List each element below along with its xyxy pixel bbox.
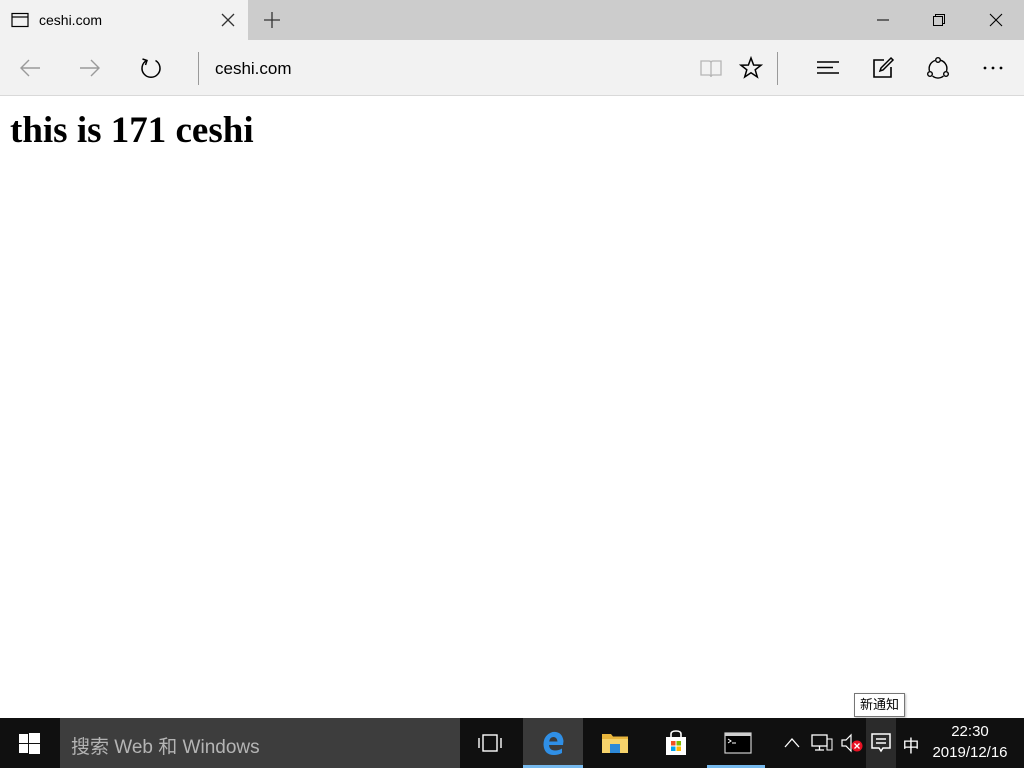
- input-method-indicator[interactable]: 中: [898, 732, 924, 757]
- taskbar-file-explorer-app[interactable]: [584, 718, 644, 768]
- tab-close-icon[interactable]: [218, 10, 238, 30]
- restore-button[interactable]: [911, 0, 967, 40]
- close-icon: [989, 13, 1003, 27]
- share-icon: [927, 57, 950, 79]
- taskbar-store-app[interactable]: [646, 718, 706, 768]
- title-bar: ceshi.com: [0, 0, 1024, 40]
- taskbar-search-box[interactable]: 搜索 Web 和 Windows: [60, 718, 460, 768]
- show-hidden-icons-button[interactable]: [778, 718, 806, 768]
- store-bag-icon: [666, 730, 686, 755]
- taskbar: 搜索 Web 和 Windows 中 22:30 2019/12/16: [0, 718, 1024, 768]
- refresh-icon: [141, 58, 161, 78]
- minimize-icon: [877, 19, 889, 21]
- more-button[interactable]: [977, 52, 1009, 84]
- book-icon: [700, 60, 722, 78]
- browser-tab[interactable]: ceshi.com: [0, 0, 248, 40]
- edge-browser-icon: [543, 731, 564, 755]
- page-heading: this is 171 ceshi: [10, 110, 254, 151]
- action-center-button[interactable]: [866, 718, 896, 768]
- close-window-button[interactable]: [968, 0, 1024, 40]
- arrow-left-icon: [20, 59, 40, 77]
- hub-button[interactable]: [812, 52, 844, 84]
- navigation-bar: [0, 40, 1024, 96]
- volume-muted-icon: [841, 733, 863, 753]
- folder-icon: [602, 734, 628, 753]
- ellipsis-icon: [983, 66, 1003, 70]
- command-prompt-icon: [724, 732, 752, 754]
- clock-date: 2019/12/16: [932, 744, 1008, 761]
- toolbar-divider: [777, 52, 778, 85]
- page-icon: [11, 11, 29, 29]
- web-note-button[interactable]: [867, 52, 899, 84]
- forward-button[interactable]: [74, 52, 106, 84]
- network-icon: [811, 734, 833, 751]
- minimize-button[interactable]: [855, 0, 911, 40]
- reading-view-button[interactable]: [695, 52, 727, 84]
- network-status-button[interactable]: [808, 718, 836, 768]
- favorite-button[interactable]: [735, 52, 767, 84]
- address-divider: [198, 52, 199, 85]
- task-view-button[interactable]: [460, 718, 520, 768]
- address-bar[interactable]: [215, 58, 685, 80]
- clock-time: 22:30: [951, 723, 989, 740]
- back-button[interactable]: [14, 52, 46, 84]
- system-clock[interactable]: 22:30 2019/12/16: [924, 722, 1016, 763]
- star-icon: [739, 56, 763, 79]
- taskbar-edge-app[interactable]: [523, 718, 583, 768]
- windows-logo-icon: [19, 733, 40, 754]
- start-button[interactable]: [0, 718, 60, 768]
- taskbar-command-prompt-app[interactable]: [707, 718, 767, 768]
- new-tab-plus-icon[interactable]: [262, 10, 282, 30]
- page-content: this is 171 ceshi: [0, 97, 1024, 718]
- task-view-icon: [478, 734, 502, 752]
- notification-icon: [871, 733, 891, 753]
- chevron-up-icon: [784, 738, 800, 748]
- hub-lines-icon: [817, 61, 839, 74]
- search-placeholder: 搜索 Web 和 Windows: [71, 737, 260, 758]
- arrow-right-icon: [80, 59, 100, 77]
- volume-button[interactable]: [838, 718, 866, 768]
- refresh-button[interactable]: [135, 52, 167, 84]
- new-notification-tooltip: 新通知: [854, 693, 906, 717]
- restore-icon: [933, 14, 945, 26]
- pen-note-icon: [873, 56, 895, 78]
- tab-title: ceshi.com: [39, 12, 103, 28]
- share-button[interactable]: [922, 52, 954, 84]
